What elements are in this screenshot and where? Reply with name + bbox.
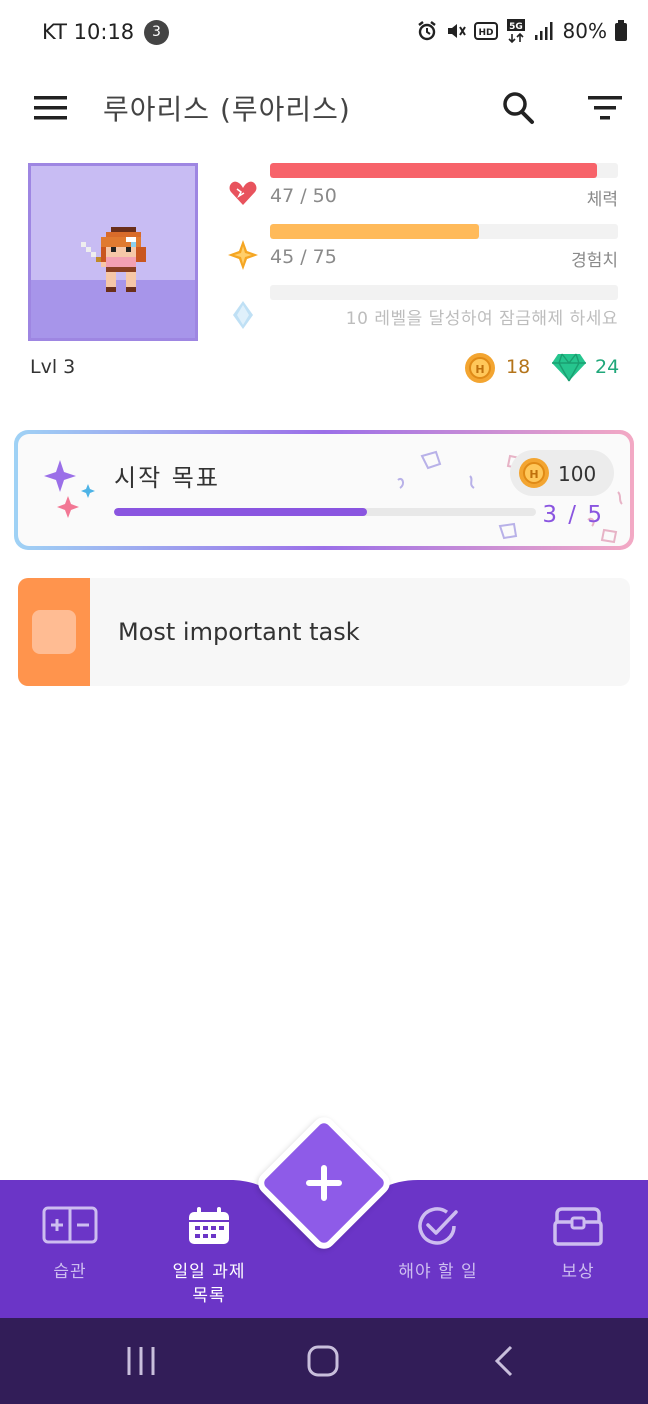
menu-button[interactable] xyxy=(26,88,74,128)
onboarding-goal-card[interactable]: 시작 목표 3 / 5 H 100 xyxy=(14,430,634,550)
nav-item-todos[interactable]: 해야 할 일 xyxy=(368,1180,508,1318)
habits-icon xyxy=(42,1206,98,1244)
experience-value: 45 / 75 xyxy=(270,246,337,268)
goal-title: 시작 목표 xyxy=(114,464,220,492)
treasure-chest-icon xyxy=(553,1207,603,1246)
battery-percent: 80% xyxy=(562,19,607,43)
recent-apps-icon[interactable] xyxy=(124,1344,158,1378)
goal-progress-fill xyxy=(114,508,368,516)
goal-card-body: 시작 목표 3 / 5 H 100 xyxy=(18,434,630,546)
task-item[interactable]: Most important task xyxy=(18,578,630,686)
health-value: 47 / 50 xyxy=(270,185,337,207)
checkmark-icon xyxy=(418,1207,458,1245)
goal-progress-bar xyxy=(114,508,536,516)
gold-coin-icon: H xyxy=(519,458,549,488)
experience-label: 경험치 xyxy=(571,251,618,271)
task-title: Most important task xyxy=(118,618,360,646)
search-button[interactable] xyxy=(496,86,540,130)
goal-progress-text: 3 / 5 xyxy=(542,502,604,528)
svg-text:HD: HD xyxy=(478,28,493,38)
svg-text:H: H xyxy=(475,363,484,376)
experience-bar xyxy=(270,224,618,239)
goal-reward-badge: H 100 xyxy=(510,450,614,496)
nav-label-dailies: 일일 과제 목록 xyxy=(172,1262,246,1306)
mana-bar xyxy=(270,285,618,300)
level-label: Lvl 3 xyxy=(30,356,76,378)
mute-icon xyxy=(447,24,466,38)
nav-label-rewards: 보상 xyxy=(561,1262,595,1282)
diamond-icon xyxy=(233,301,253,329)
nav-item-rewards[interactable]: 보상 xyxy=(508,1180,648,1318)
alarm-icon xyxy=(417,21,436,41)
sparkles-icon xyxy=(44,460,95,518)
gold-count: 18 xyxy=(506,356,531,378)
avatar[interactable] xyxy=(28,163,198,341)
gold-coin-icon: H xyxy=(465,353,495,383)
star-icon xyxy=(228,240,258,270)
task-checkbox[interactable] xyxy=(32,610,76,654)
status-icons: HD 5G 80% xyxy=(416,18,628,44)
notification-badge: 3 xyxy=(144,20,169,45)
gem-count: 24 xyxy=(595,356,620,378)
svg-text:H: H xyxy=(529,468,538,481)
task-color-strip xyxy=(18,578,90,686)
back-icon[interactable] xyxy=(488,1344,522,1378)
nav-item-dailies[interactable]: 일일 과제 목록 xyxy=(139,1180,279,1318)
goal-reward-amount: 100 xyxy=(558,462,597,486)
page-title: 루아리스 (루아리스) xyxy=(103,93,351,126)
app-bar: 루아리스 (루아리스) xyxy=(0,70,648,142)
filter-button[interactable] xyxy=(580,90,628,126)
avatar-sprite xyxy=(81,227,146,292)
health-bar-fill xyxy=(270,163,598,178)
signal-icon xyxy=(534,22,553,40)
health-bar xyxy=(270,163,618,178)
health-label: 체력 xyxy=(586,190,618,210)
battery-icon xyxy=(615,20,627,41)
nav-label-habits: 습관 xyxy=(53,1262,87,1282)
mana-locked-text: 10 레벨을 달성하여 잠금해제 하세요 xyxy=(345,309,618,329)
search-icon xyxy=(503,92,534,124)
network-5g-icon: 5G xyxy=(506,19,525,44)
heart-icon xyxy=(229,181,257,205)
status-bar: KT 10:18 3 HD 5G 80% xyxy=(0,0,648,64)
hd-icon: HD xyxy=(473,22,498,40)
plus-icon xyxy=(306,1165,342,1201)
calendar-icon xyxy=(189,1207,229,1244)
hamburger-menu-icon xyxy=(34,96,67,120)
filter-icon xyxy=(588,96,622,120)
status-time: KT 10:18 xyxy=(42,20,135,44)
experience-bar-fill xyxy=(270,224,479,239)
nav-item-habits[interactable]: 습관 xyxy=(0,1180,140,1318)
network-label: 5G xyxy=(509,22,523,32)
nav-label-todos: 해야 할 일 xyxy=(398,1262,478,1282)
gem-icon xyxy=(552,353,586,382)
home-icon[interactable] xyxy=(306,1344,340,1378)
system-navigation-bar xyxy=(0,1318,648,1404)
